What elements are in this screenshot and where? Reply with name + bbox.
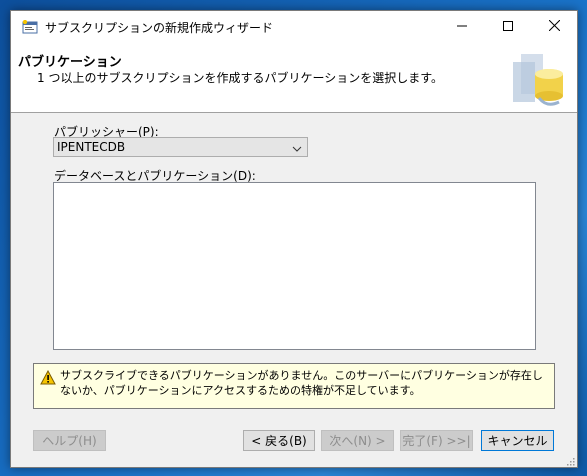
cancel-button[interactable]: キャンセル (481, 430, 554, 451)
database-publication-list[interactable] (53, 182, 536, 350)
close-icon (548, 19, 560, 34)
publisher-select-value: IPENTECDB (57, 140, 126, 154)
maximize-button[interactable] (485, 11, 531, 42)
minimize-button[interactable] (439, 11, 485, 42)
resize-grip-icon[interactable] (565, 455, 575, 466)
finish-button[interactable]: 完了(F) >>| (400, 430, 473, 451)
warning-message-box: サブスクライブできるパブリケーションがありません。このサーバーにパブリケーション… (33, 363, 555, 409)
warning-icon (40, 369, 56, 385)
database-publication-graphic (509, 48, 569, 112)
chevron-down-icon (292, 142, 302, 152)
window-title: サブスクリプションの新規作成ウィザード (45, 21, 274, 35)
publisher-select[interactable]: IPENTECDB (53, 137, 308, 157)
maximize-icon (503, 20, 513, 34)
close-button[interactable] (531, 11, 577, 42)
next-button[interactable]: 次へ(N) > (321, 430, 394, 451)
wizard-window: サブスクリプションの新規作成ウィザード パブリケーション 1 つ以上のサブスクリ… (10, 10, 578, 468)
back-button[interactable]: < 戻る(B) (243, 430, 315, 451)
help-button[interactable]: ヘルプ(H) (33, 430, 106, 451)
minimize-icon (457, 20, 467, 34)
page-description: 1 つ以上のサブスクリプションを作成するパブリケーションを選択します。 (37, 71, 444, 85)
page-title: パブリケーション (18, 55, 122, 70)
wizard-app-icon (22, 19, 38, 34)
title-bar[interactable]: サブスクリプションの新規作成ウィザード (11, 11, 577, 42)
wizard-header: パブリケーション 1 つ以上のサブスクリプションを作成するパブリケーションを選択… (11, 42, 577, 113)
warning-text: サブスクライブできるパブリケーションがありません。このサーバーにパブリケーション… (60, 369, 543, 397)
